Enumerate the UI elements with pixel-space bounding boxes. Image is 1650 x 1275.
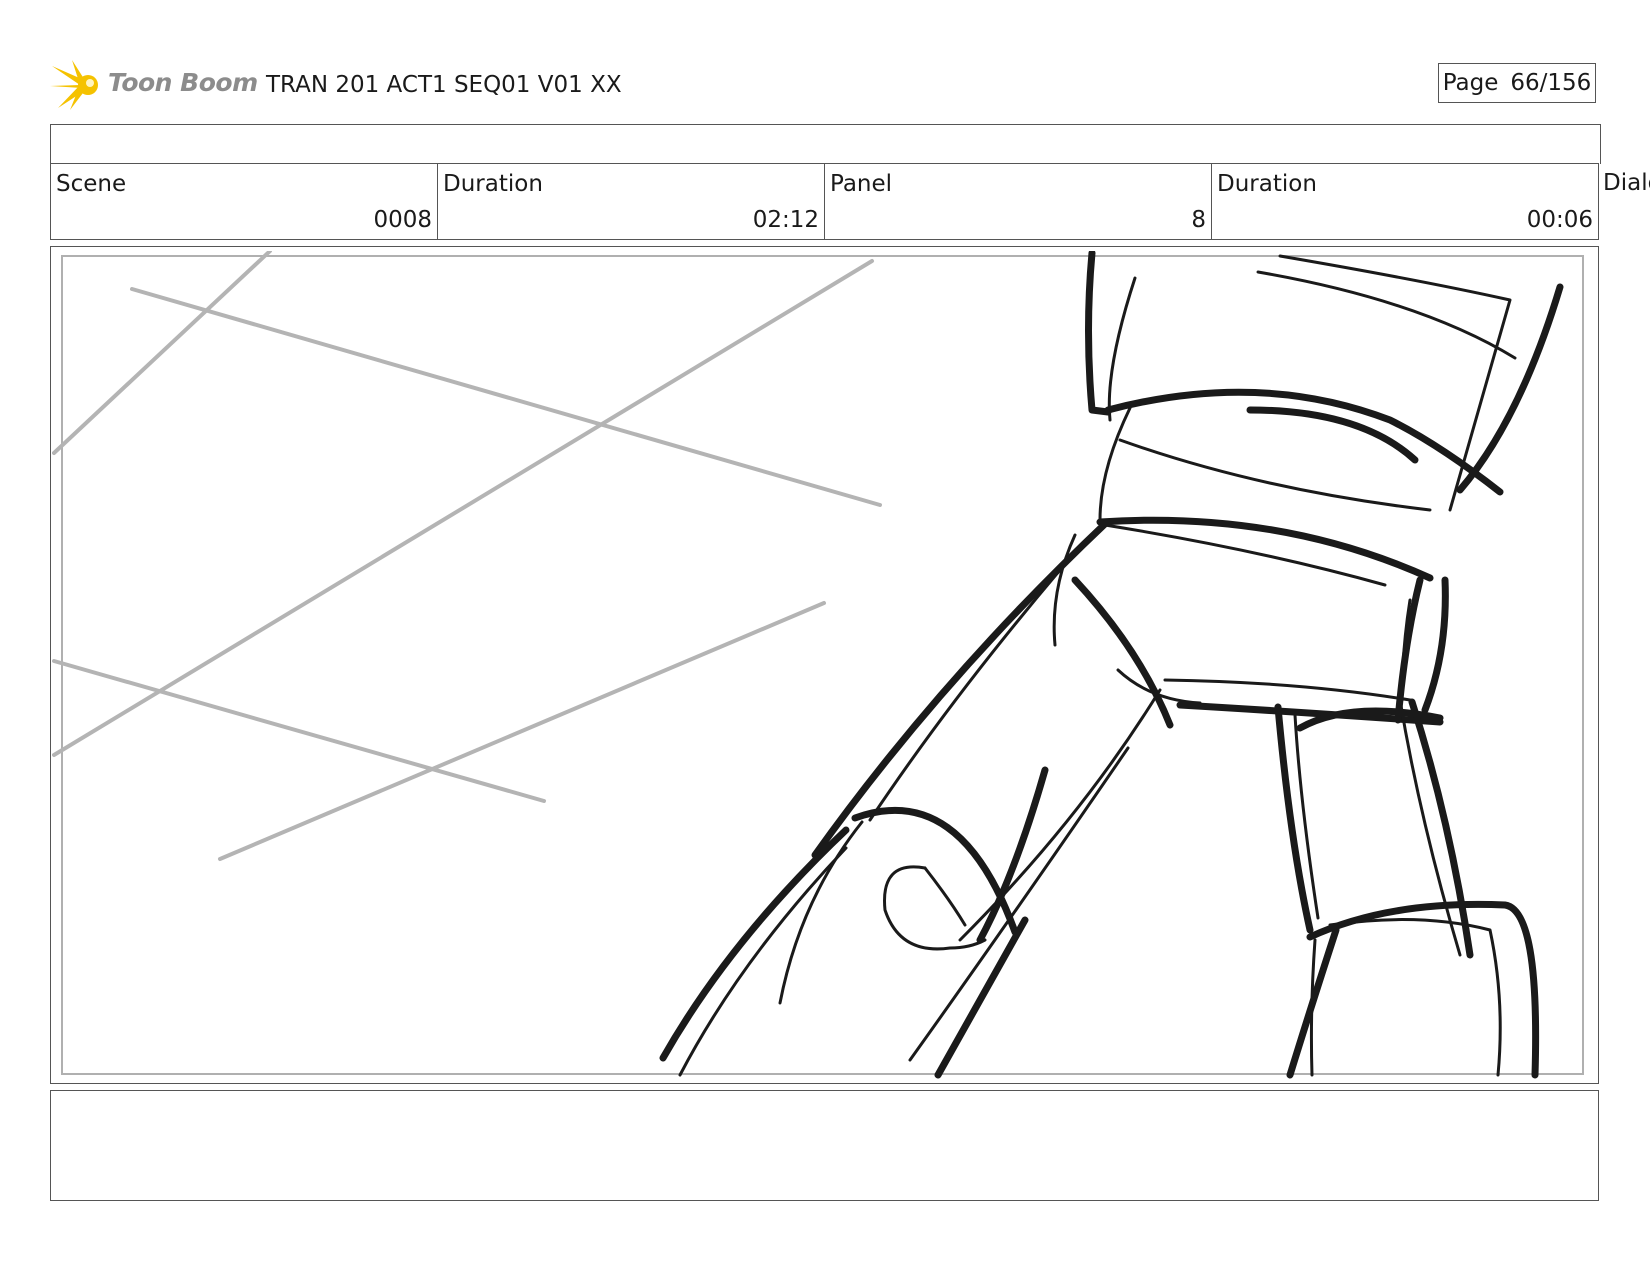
perspective-line	[218, 601, 826, 861]
storyboard-sketch	[52, 251, 1564, 1079]
panel-notes-box	[50, 1090, 1599, 1201]
scene-info-table: Scene 0008 Duration 02:12 Panel 8 Durati…	[50, 163, 1599, 240]
scene-cell: Scene 0008	[51, 164, 438, 239]
page-number: 66/156	[1510, 70, 1592, 96]
perspective-line	[130, 287, 882, 507]
scene-duration-value: 02:12	[752, 207, 819, 233]
header: Toon Boom TRAN 201 ACT1 SEQ01 V01 XX Pag…	[50, 58, 1600, 110]
scene-duration-label: Duration	[443, 171, 543, 197]
toon-boom-logo: Toon Boom	[50, 58, 258, 112]
scene-value: 0008	[373, 207, 432, 233]
page-indicator: Page 66/156	[1438, 63, 1596, 103]
perspective-line	[52, 251, 272, 455]
panel-title-bar	[50, 124, 1601, 164]
scene-label: Scene	[56, 171, 127, 197]
logo-wordmark: Toon Boom	[108, 68, 258, 97]
panel-cell: Panel 8	[825, 164, 1212, 239]
panel-duration-value: 00:06	[1526, 207, 1593, 233]
panel-value: 8	[1191, 207, 1206, 233]
starburst-logo-icon	[50, 60, 98, 110]
page-label: Page	[1442, 70, 1499, 96]
panel-label: Panel	[830, 171, 893, 197]
scene-duration-cell: Duration 02:12	[438, 164, 825, 239]
panel-duration-label: Duration	[1217, 171, 1317, 197]
perspective-line	[52, 259, 874, 757]
perspective-line	[52, 659, 546, 803]
panel-duration-cell: Duration 00:06	[1212, 164, 1598, 239]
dialog-label: Dialog	[1603, 170, 1650, 196]
arm-outline-thin	[678, 254, 1517, 1077]
document-title: TRAN 201 ACT1 SEQ01 V01 XX	[266, 72, 622, 98]
